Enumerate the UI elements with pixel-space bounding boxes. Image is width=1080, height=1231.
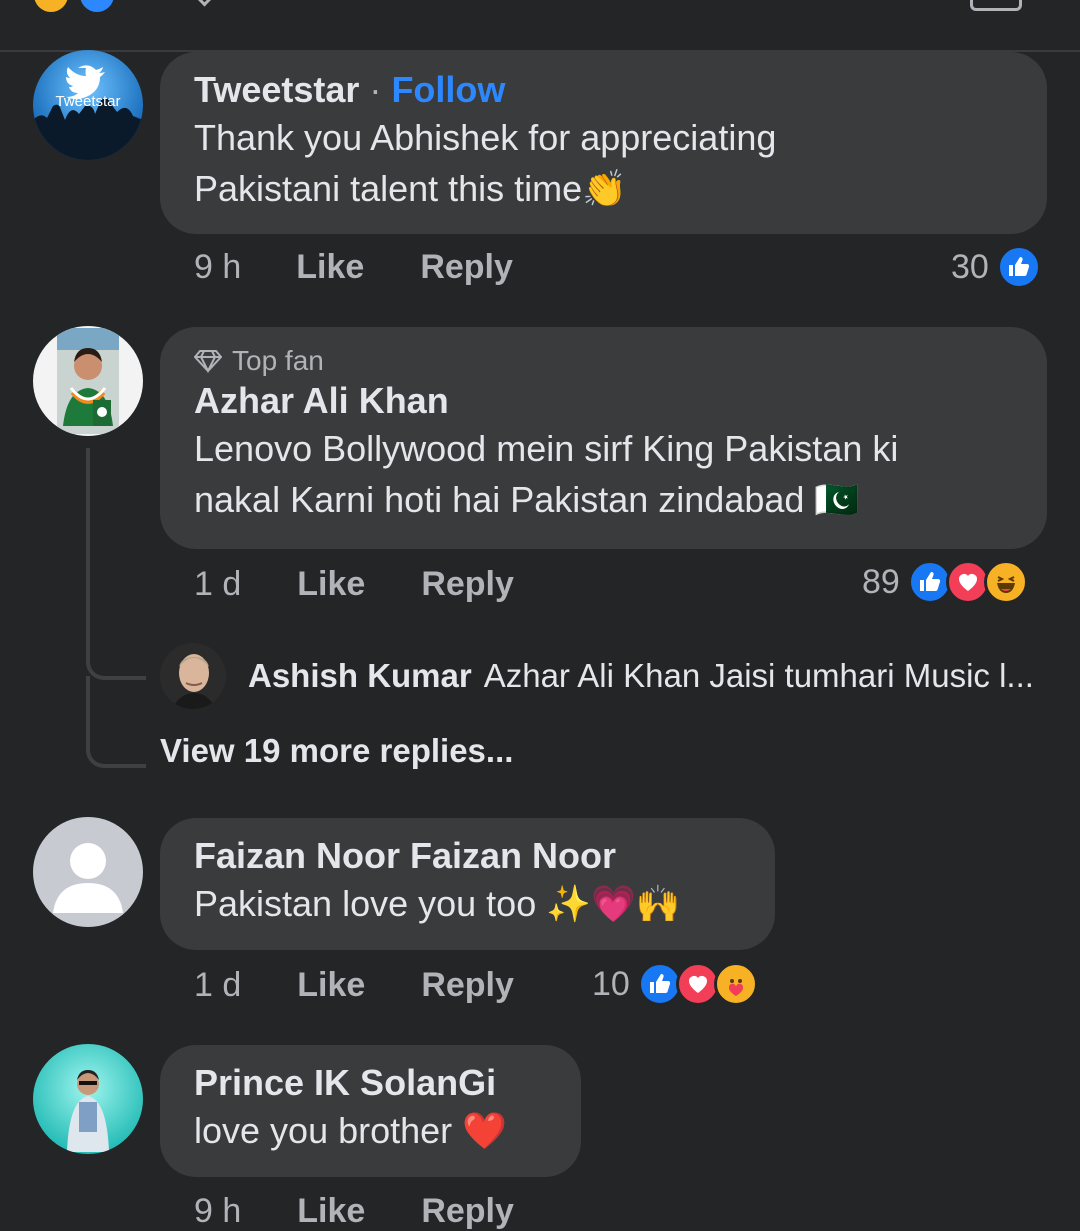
separator: · <box>369 69 382 110</box>
comment-actions: 1 d Like Reply <box>194 966 514 1005</box>
commenter-name[interactable]: Azhar Ali Khan <box>194 379 1013 423</box>
comment-actions: 9 h Like Reply <box>194 1192 514 1231</box>
comment-text-line: love you brother ❤️ <box>194 1110 507 1151</box>
avatar-tweetstar[interactable]: Tweetstar <box>33 50 143 160</box>
commenter-name[interactable]: Faizan Noor Faizan Noor <box>194 834 741 878</box>
haha-icon <box>983 560 1028 604</box>
comment-time[interactable]: 1 d <box>194 565 241 604</box>
comment-actions: 9 h Like Reply <box>194 248 513 287</box>
comment-actions: 1 d Like Reply <box>194 565 514 604</box>
reaction-count: 10 <box>592 964 630 1003</box>
reply-preview[interactable]: Ashish Kumar Azhar Ali Khan Jaisi tumhar… <box>248 657 1034 695</box>
reply-button[interactable]: Reply <box>421 1192 514 1231</box>
top-fan-badge: Top fan <box>194 343 1013 379</box>
diamond-icon <box>194 350 222 373</box>
avatar-azhar-ali-khan[interactable] <box>33 326 143 436</box>
reaction-summary[interactable]: 10 <box>592 962 758 1006</box>
comment-time[interactable]: 1 d <box>194 966 241 1005</box>
top-bar <box>0 0 1080 52</box>
reply-text: Azhar Ali Khan Jaisi tumhari Music l... <box>483 657 1034 694</box>
comment-bubble: Tweetstar · Follow Thank you Abhishek fo… <box>160 52 1047 234</box>
reaction-summary[interactable]: 30 <box>951 245 1041 289</box>
comment-bubble: Faizan Noor Faizan Noor Pakistan love yo… <box>160 818 775 950</box>
reaction-count: 30 <box>951 247 989 286</box>
like-icon <box>996 245 1041 289</box>
comment-text-line: Pakistan love you too ✨💗🙌 <box>194 883 681 924</box>
avatar-ashish-kumar[interactable] <box>160 643 226 709</box>
reply-button[interactable]: Reply <box>421 565 514 604</box>
reply-author[interactable]: Ashish Kumar <box>248 657 472 695</box>
commenter-name[interactable]: Tweetstar <box>194 69 359 110</box>
chevron-icon[interactable] <box>192 0 217 7</box>
thread-connector <box>86 640 146 680</box>
reaction-summary[interactable]: 89 <box>862 560 1028 604</box>
badge-label: Top fan <box>232 345 324 376</box>
commenter-name[interactable]: Prince IK SolanGi <box>194 1061 547 1105</box>
share-icon[interactable] <box>970 0 1022 11</box>
reply-button[interactable]: Reply <box>420 248 513 287</box>
comment-text-line: Pakistani talent this time👏 <box>194 168 628 209</box>
like-button[interactable]: Like <box>297 565 365 604</box>
comment-bubble: Top fan Azhar Ali Khan Lenovo Bollywood … <box>160 327 1047 549</box>
reply-button[interactable]: Reply <box>421 966 514 1005</box>
comment-text-line: Thank you Abhishek for appreciating <box>194 117 777 158</box>
like-button[interactable]: Like <box>296 248 364 287</box>
comment-time[interactable]: 9 h <box>194 1192 241 1231</box>
comment-bubble: Prince IK SolanGi love you brother ❤️ <box>160 1045 581 1177</box>
avatar-logo-text: Tweetstar <box>55 93 120 110</box>
comment-time[interactable]: 9 h <box>194 248 241 287</box>
thread-connector <box>86 676 146 768</box>
reaction-summary-haha-icon[interactable] <box>34 0 68 12</box>
comment-text-line: Lenovo Bollywood mein sirf King Pakistan… <box>194 428 899 469</box>
reaction-count: 89 <box>862 562 900 601</box>
thread-line <box>86 448 90 648</box>
avatar-faizan-noor[interactable] <box>33 817 143 927</box>
follow-button[interactable]: Follow <box>391 69 505 110</box>
like-button[interactable]: Like <box>297 1192 365 1231</box>
comment-text-line: nakal Karni hoti hai Pakistan zindabad 🇵… <box>194 479 860 520</box>
care-icon <box>713 962 758 1006</box>
avatar-prince-ik-solangi[interactable] <box>33 1044 143 1154</box>
reaction-summary-like-icon[interactable] <box>80 0 114 12</box>
view-more-replies-link[interactable]: View 19 more replies... <box>160 732 513 770</box>
like-button[interactable]: Like <box>297 966 365 1005</box>
